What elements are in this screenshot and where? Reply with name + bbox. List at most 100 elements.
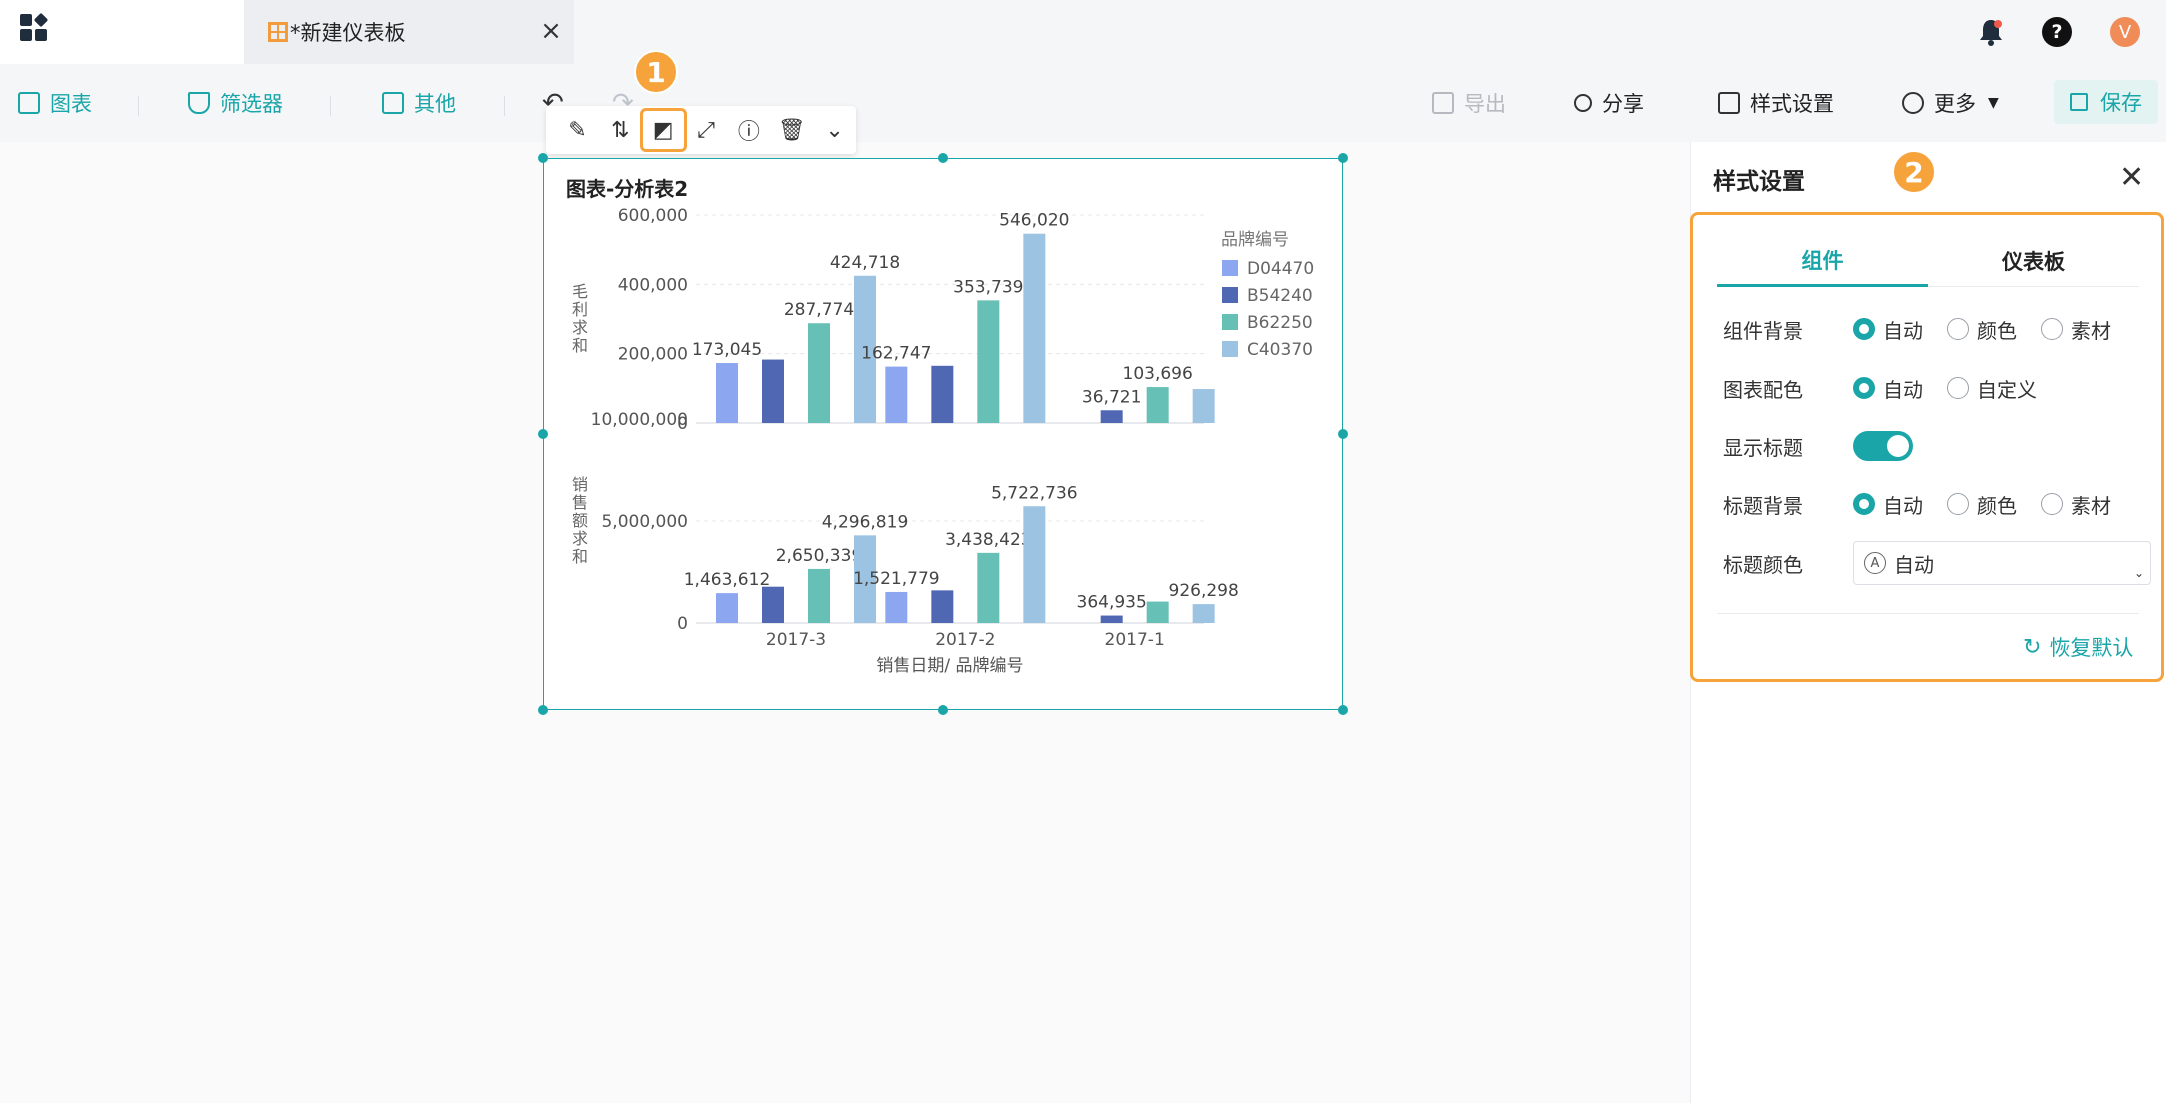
data-label: 546,020 — [999, 211, 1069, 231]
tab-close-icon[interactable]: × — [536, 16, 566, 46]
bar — [762, 586, 784, 623]
show-title-toggle[interactable] — [1853, 431, 1913, 461]
legend-item: B54240 — [1247, 286, 1313, 306]
style-settings-button[interactable]: 样式设置 — [1718, 86, 1834, 120]
share-button[interactable]: 分享 — [1574, 86, 1644, 120]
notification-bell-icon[interactable] — [1978, 12, 2008, 52]
close-icon[interactable]: ✕ — [2119, 160, 2144, 195]
bar — [716, 363, 738, 423]
export-button[interactable]: 导出 — [1432, 86, 1506, 120]
bar — [1192, 389, 1215, 423]
filter-button[interactable]: 筛选器 — [188, 86, 283, 120]
bar — [1192, 604, 1215, 623]
component-bg-auto-radio[interactable]: 自动 — [1853, 315, 1923, 344]
bar — [762, 359, 784, 423]
share-button-label: 分享 — [1602, 92, 1644, 116]
data-label: 4,296,819 — [822, 512, 909, 532]
bar — [716, 593, 738, 623]
component-bg-material-radio[interactable]: 素材 — [2041, 315, 2111, 344]
more-button[interactable]: 更多 ▼ — [1902, 86, 1999, 120]
edit-icon[interactable]: ✎ — [556, 110, 599, 150]
chart-color-auto-radio[interactable]: 自动 — [1853, 374, 1923, 403]
widget-toolbar: ✎ ⇅ ◩ ⤢ ⓘ 🗑 ⌄ — [546, 106, 856, 154]
title-color-row: 标题颜色 A 自动 ⌄ — [1723, 540, 2151, 586]
show-title-label: 显示标题 — [1723, 435, 1803, 460]
help-icon[interactable]: ? — [2042, 12, 2082, 52]
legend-swatch — [1222, 341, 1238, 357]
toolbar-divider — [138, 96, 139, 116]
bar — [808, 323, 830, 423]
expand-icon[interactable]: ⤢ — [685, 110, 728, 150]
style-settings-icon[interactable]: ◩ — [639, 108, 687, 152]
y-axis-label: 求 — [572, 529, 588, 548]
bar — [1023, 506, 1046, 623]
save-button[interactable]: 保存 — [2054, 80, 2158, 124]
y-axis-label: 售 — [572, 493, 588, 512]
chart-widget[interactable]: 图表-分析表2 0 200,000 400,000 600,000 毛利求和 173,04… — [538, 153, 1348, 715]
legend-item: C40370 — [1247, 340, 1313, 360]
panel-tabs: 组件 仪表板 — [1717, 235, 2139, 287]
bar — [885, 591, 908, 623]
component-bg-color-radio[interactable]: 颜色 — [1947, 315, 2017, 344]
export-icon — [1432, 92, 1454, 114]
style-settings-icon — [1718, 92, 1740, 114]
y-axis-label: 和 — [572, 336, 588, 355]
y-axis-label: 利 — [572, 300, 588, 319]
top-tab-bar: *新建仪表板 × ? V — [0, 0, 2166, 64]
sort-icon[interactable]: ⇅ — [599, 110, 642, 150]
apps-area — [0, 0, 244, 64]
y-tick-label: 600,000 — [618, 206, 688, 226]
other-button[interactable]: 其他 — [382, 86, 456, 120]
tab-label: *新建仪表板 — [290, 21, 406, 45]
legend-swatch — [1222, 260, 1238, 276]
component-bg-row: 组件背景 自动 颜色 素材 — [1723, 309, 2135, 349]
chart-color-label: 图表配色 — [1723, 377, 1803, 402]
step-badge-1: 1 — [634, 50, 678, 94]
dropdown-icon[interactable]: ⌄ — [813, 110, 856, 150]
y-tick-label: 200,000 — [618, 345, 688, 365]
data-label: 926,298 — [1169, 581, 1239, 601]
save-button-label: 保存 — [2100, 91, 2142, 115]
y-axis-label: 和 — [572, 547, 588, 566]
x-tick-label: 2017-3 — [766, 630, 826, 650]
delete-icon[interactable]: 🗑 — [770, 110, 813, 150]
title-color-value: 自动 — [1894, 552, 1934, 577]
data-label: 2,650,339 — [776, 546, 863, 566]
auto-color-icon: A — [1864, 552, 1886, 574]
title-color-select[interactable]: A 自动 ⌄ — [1853, 541, 2151, 585]
bar — [1023, 233, 1046, 423]
data-label: 5,722,736 — [991, 483, 1078, 503]
y-axis-label: 额 — [572, 511, 588, 530]
title-bg-label: 标题背景 — [1723, 493, 1803, 518]
caret-down-icon: ▼ — [1988, 95, 1999, 111]
title-bg-color-radio[interactable]: 颜色 — [1947, 490, 2017, 519]
x-tick-label: 2017-2 — [935, 630, 995, 650]
bar-chart: 0200,000400,000600,000毛利求和 173,045287,774… — [572, 206, 1314, 676]
title-bg-auto-radio[interactable]: 自动 — [1853, 490, 1923, 519]
apps-grid-icon[interactable] — [20, 12, 49, 42]
chart-color-row: 图表配色 自动 自定义 — [1723, 368, 2061, 408]
tab-new-dashboard[interactable]: *新建仪表板 × — [244, 0, 574, 64]
bar — [977, 552, 1000, 623]
data-label: 1,463,612 — [684, 570, 771, 590]
info-icon[interactable]: ⓘ — [727, 110, 770, 150]
x-axis-label: 销售日期/ 品牌编号 — [876, 656, 1023, 676]
step-badge-2: 2 — [1892, 150, 1936, 194]
style-settings-group: 组件 仪表板 组件背景 自动 颜色 素材 图表配色 自动 自定义 显示标题 标题… — [1690, 212, 2164, 682]
y-tick-label: 10,000,000 — [591, 410, 688, 430]
bar — [885, 366, 908, 423]
chart-button[interactable]: 图表 — [18, 86, 92, 120]
y-axis-label: 毛 — [572, 282, 588, 301]
title-bg-material-radio[interactable]: 素材 — [2041, 490, 2111, 519]
more-dots-icon — [1902, 92, 1924, 114]
legend-swatch — [1222, 314, 1238, 330]
reset-default-button[interactable]: ↻ 恢复默认 — [2023, 627, 2133, 667]
tab-dashboard[interactable]: 仪表板 — [1928, 235, 2139, 287]
tab-component[interactable]: 组件 — [1717, 235, 1928, 287]
save-icon — [2070, 93, 2088, 111]
y-tick-label: 5,000,000 — [601, 512, 688, 532]
chart-color-custom-radio[interactable]: 自定义 — [1947, 374, 2037, 403]
dashboard-icon — [268, 22, 288, 42]
data-label: 3,438,423 — [945, 530, 1032, 550]
avatar[interactable]: V — [2110, 12, 2140, 52]
